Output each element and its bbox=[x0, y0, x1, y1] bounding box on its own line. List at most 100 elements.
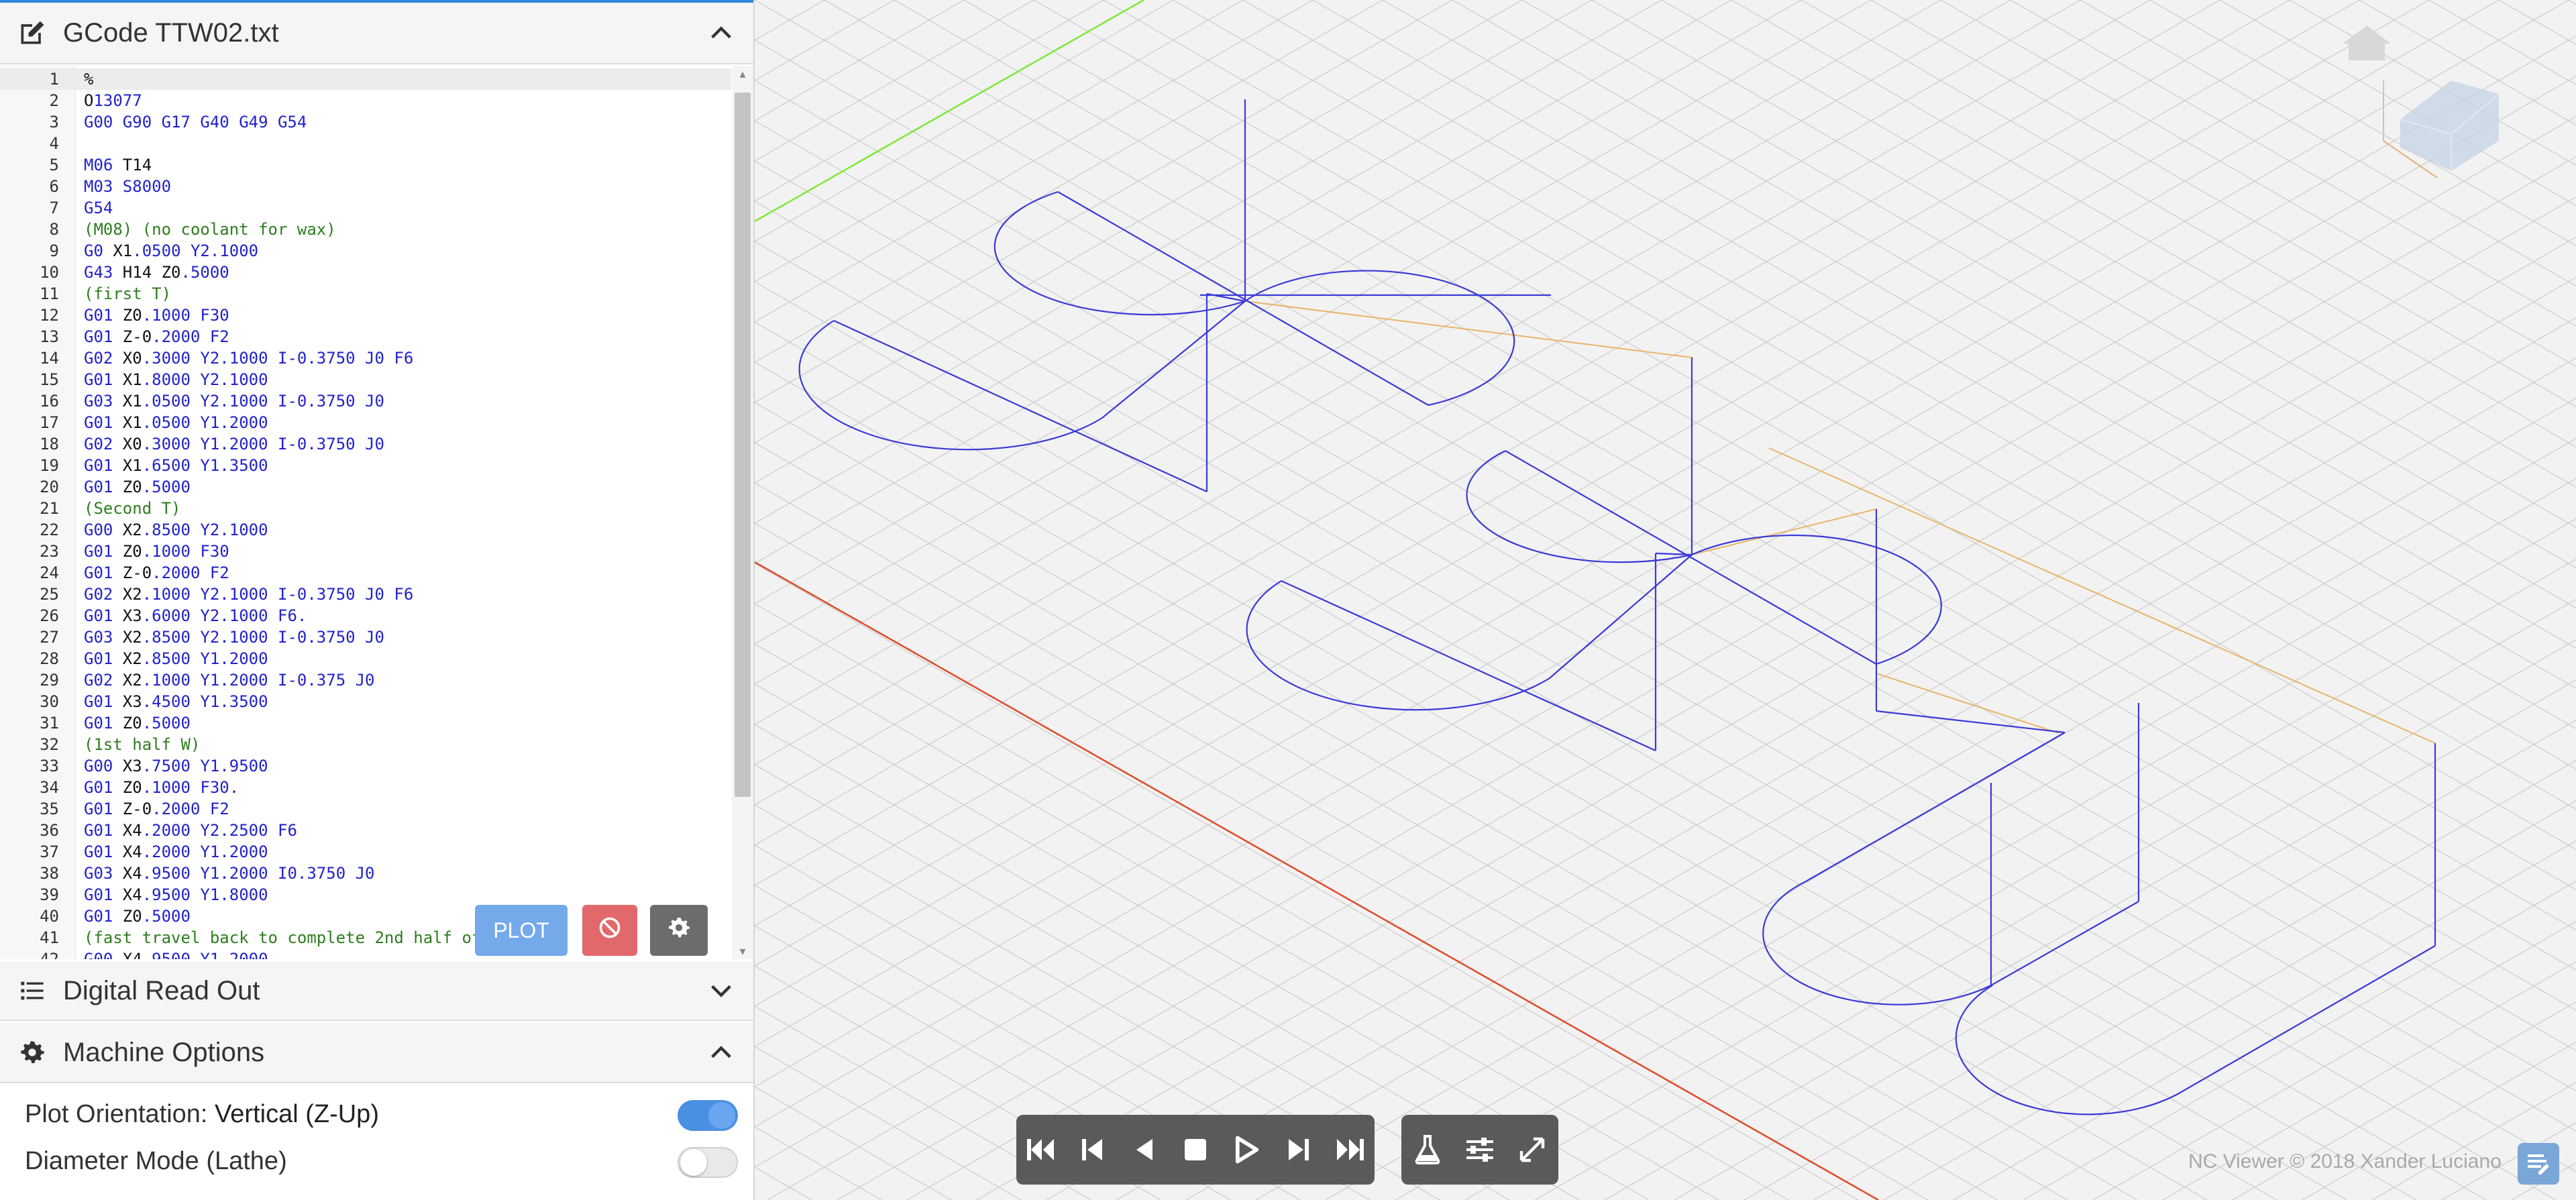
code-line[interactable]: 38 G03 X4.9500 Y1.2000 I0.3750 J0 bbox=[0, 863, 731, 884]
sliders-icon[interactable] bbox=[1456, 1126, 1504, 1174]
code-line[interactable]: 1% bbox=[0, 68, 731, 90]
code-line[interactable]: 22 G00 X2.8500 Y2.1000 bbox=[0, 519, 731, 541]
code-line[interactable]: 8 (M08) (no coolant for wax) bbox=[0, 219, 731, 240]
last-icon[interactable] bbox=[1325, 1126, 1373, 1174]
code-line[interactable]: 36 G01 X4.2000 Y2.2500 F6 bbox=[0, 820, 731, 841]
stop-icon[interactable] bbox=[1171, 1126, 1220, 1174]
line-number: 12 bbox=[40, 306, 59, 325]
code-line[interactable]: 25 G02 X2.1000 Y2.1000 I-0.3750 J0 F6 bbox=[0, 584, 731, 605]
code-token: .2000 F2 bbox=[152, 563, 229, 582]
line-number: 23 bbox=[40, 542, 59, 561]
code-line[interactable]: 15 G01 X1.8000 Y2.1000 bbox=[0, 369, 731, 390]
code-line[interactable]: 6 M03 S8000 bbox=[0, 176, 731, 197]
code-line[interactable]: 33 G00 X3.7500 Y1.9500 bbox=[0, 755, 731, 777]
code-line[interactable]: 5 M06 T14 bbox=[0, 154, 731, 176]
code-token: .2000 Y1.2000 bbox=[142, 842, 268, 861]
code-line[interactable]: 26 G01 X3.6000 Y2.1000 F6. bbox=[0, 605, 731, 626]
code-line[interactable]: 19 G01 X1.6500 Y1.3500 bbox=[0, 455, 731, 476]
code-line[interactable]: 31 G01 Z0.5000 bbox=[0, 712, 731, 734]
code-line[interactable]: 10 G43 H14 Z0.5000 bbox=[0, 262, 731, 283]
line-number: 35 bbox=[40, 800, 59, 818]
scrollbar-thumb[interactable] bbox=[735, 93, 751, 797]
scroll-down-arrow[interactable]: ▾ bbox=[736, 945, 749, 957]
line-code: G01 Z0.1000 F30. bbox=[84, 777, 239, 798]
code-line[interactable]: 29 G02 X2.1000 Y1.2000 I-0.375 J0 bbox=[0, 669, 731, 691]
code-line[interactable]: 35 G01 Z-0.2000 F2 bbox=[0, 798, 731, 820]
code-line[interactable]: 27 G03 X2.8500 Y2.1000 I-0.3750 J0 bbox=[0, 626, 731, 648]
code-line[interactable]: 17 G01 X1.0500 Y1.2000 bbox=[0, 412, 731, 433]
code-token: 13077 bbox=[93, 91, 142, 110]
line-code: G01 X4.2000 Y2.2500 F6 bbox=[84, 820, 297, 841]
notes-icon[interactable] bbox=[2518, 1143, 2559, 1185]
machine-options-header[interactable]: Machine Options bbox=[0, 1023, 753, 1083]
code-line[interactable]: 30 G01 X3.4500 Y1.3500 bbox=[0, 691, 731, 712]
toggle-knob bbox=[708, 1102, 735, 1129]
code-line[interactable]: 34 G01 Z0.1000 F30. bbox=[0, 777, 731, 798]
play-icon[interactable] bbox=[1222, 1126, 1271, 1174]
code-token: Z0 bbox=[122, 778, 142, 797]
code-line[interactable]: 7 G54 bbox=[0, 197, 731, 219]
plot-orientation-label: Plot Orientation: bbox=[25, 1100, 208, 1128]
code-line[interactable]: 13 G01 Z-0.2000 F2 bbox=[0, 326, 731, 347]
step-forward-icon[interactable] bbox=[1274, 1126, 1322, 1174]
code-line[interactable]: 20 G01 Z0.5000 bbox=[0, 476, 731, 498]
scroll-up-arrow[interactable]: ▴ bbox=[736, 68, 749, 80]
line-number: 28 bbox=[40, 649, 59, 668]
chevron-up-icon[interactable] bbox=[705, 1036, 737, 1069]
left-panel: GCode TTW02.txt 1% 2 O13077 3 G00 G90 G17 G4… bbox=[0, 0, 755, 1200]
list-icon bbox=[16, 975, 48, 1007]
code-token: G01 bbox=[84, 306, 123, 325]
code-line[interactable]: 14 G02 X0.3000 Y2.1000 I-0.3750 J0 F6 bbox=[0, 347, 731, 369]
code-line[interactable]: 37 G01 X4.2000 Y1.2000 bbox=[0, 841, 731, 863]
code-token: G00 bbox=[84, 757, 123, 775]
line-code: G01 Z0.1000 F30 bbox=[84, 305, 229, 326]
code-line[interactable]: 3 G00 G90 G17 G40 G49 G54 bbox=[0, 111, 731, 133]
code-token: G01 bbox=[84, 800, 123, 818]
code-token: G01 bbox=[84, 714, 123, 732]
code-token: X1 bbox=[122, 456, 142, 475]
line-code: % bbox=[84, 68, 93, 90]
code-line[interactable]: 2 O13077 bbox=[0, 90, 731, 111]
line-code: G01 X4.9500 Y1.8000 bbox=[84, 884, 268, 906]
code-line[interactable]: 39 G01 X4.9500 Y1.8000 bbox=[0, 884, 731, 906]
toolpath-canvas[interactable] bbox=[755, 0, 2576, 1200]
code-line[interactable]: 24 G01 Z-0.2000 F2 bbox=[0, 562, 731, 584]
code-token: O bbox=[84, 91, 94, 110]
chevron-up-icon[interactable] bbox=[705, 17, 737, 49]
code-line[interactable]: 9 G0 X1.0500 Y2.1000 bbox=[0, 240, 731, 262]
chevron-down-icon[interactable] bbox=[705, 975, 737, 1007]
code-line[interactable]: 18 G02 X0.3000 Y1.2000 I-0.3750 J0 bbox=[0, 433, 731, 455]
code-token: Z-0 bbox=[122, 327, 152, 346]
expand-icon[interactable] bbox=[1508, 1126, 1556, 1174]
line-code: G03 X4.9500 Y1.2000 I0.3750 J0 bbox=[84, 863, 374, 884]
rewind-icon[interactable] bbox=[1120, 1126, 1169, 1174]
code-line[interactable]: 4 bbox=[0, 133, 731, 154]
first-icon[interactable] bbox=[1018, 1126, 1066, 1174]
3d-viewport[interactable] bbox=[755, 0, 2576, 1200]
code-line[interactable]: 12 G01 Z0.1000 F30 bbox=[0, 305, 731, 326]
editor-settings-button[interactable] bbox=[650, 905, 708, 956]
code-line[interactable]: 28 G01 X2.8500 Y1.2000 bbox=[0, 648, 731, 669]
code-token: G01 bbox=[84, 606, 123, 625]
plot-orientation-toggle[interactable] bbox=[678, 1100, 738, 1131]
code-line[interactable]: 21 (Second T) bbox=[0, 498, 731, 519]
editor-scrollbar[interactable]: ▴ ▾ bbox=[732, 66, 753, 959]
diameter-mode-toggle[interactable] bbox=[678, 1147, 738, 1178]
code-line[interactable]: 11 (first T) bbox=[0, 283, 731, 305]
flask-icon[interactable] bbox=[1403, 1126, 1452, 1174]
gcode-panel-header[interactable]: GCode TTW02.txt bbox=[0, 0, 753, 64]
plot-button[interactable]: PLOT bbox=[475, 905, 568, 956]
digital-read-out-header[interactable]: Digital Read Out bbox=[0, 962, 753, 1021]
line-number: 34 bbox=[40, 778, 59, 797]
gcode-editor[interactable]: 1% 2 O13077 3 G00 G90 G17 G40 G49 G54 4 5 M06 T… bbox=[0, 66, 753, 959]
line-code: G01 Z0.5000 bbox=[84, 906, 191, 927]
step-back-icon[interactable] bbox=[1069, 1126, 1117, 1174]
code-token: .8000 Y2.1000 bbox=[142, 370, 268, 389]
line-code: (fast travel back to complete 2nd half o… bbox=[84, 927, 511, 948]
clear-button[interactable] bbox=[582, 905, 637, 956]
code-line[interactable]: 32 (1st half W) bbox=[0, 734, 731, 755]
line-number: 19 bbox=[40, 456, 59, 475]
line-number: 20 bbox=[40, 478, 59, 496]
code-line[interactable]: 16 G03 X1.0500 Y2.1000 I-0.3750 J0 bbox=[0, 390, 731, 412]
code-line[interactable]: 23 G01 Z0.1000 F30 bbox=[0, 541, 731, 562]
